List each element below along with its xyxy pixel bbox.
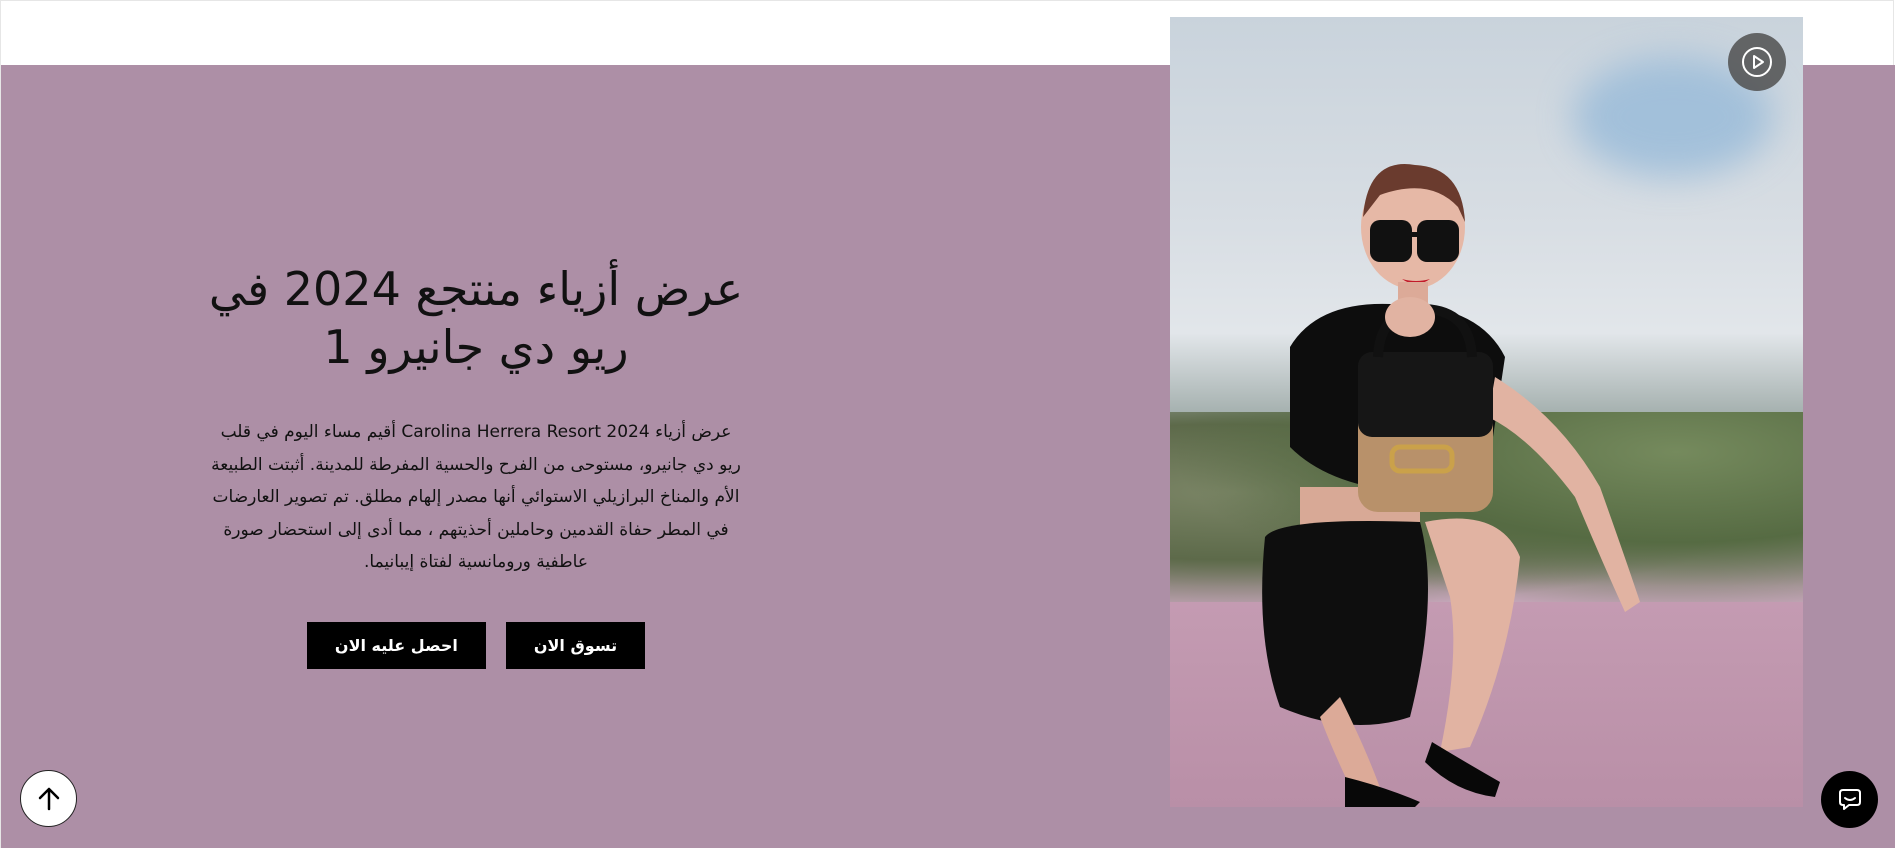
hero-buttons: تسوق الان احصل عليه الان bbox=[206, 621, 746, 669]
hero-description: عرض أزياء Carolina Herrera Resort 2024 أ… bbox=[211, 422, 741, 572]
chat-bubble-icon bbox=[1838, 788, 1861, 810]
play-video-button[interactable] bbox=[1728, 33, 1786, 91]
play-circle-icon bbox=[1742, 47, 1772, 77]
hero-title-line2: ريو دي جانيرو 1 bbox=[323, 320, 629, 374]
campaign-video[interactable] bbox=[1170, 17, 1803, 807]
hero-title-line1: عرض أزياء منتجع 2024 في bbox=[208, 262, 744, 316]
hero-title: عرض أزياء منتجع 2024 في ريو دي جانيرو 1 bbox=[206, 260, 746, 376]
shop-now-button[interactable]: تسوق الان bbox=[505, 621, 646, 669]
arrow-up-icon bbox=[38, 787, 59, 810]
get-it-now-button[interactable]: احصل عليه الان bbox=[306, 621, 486, 669]
model-figure bbox=[1262, 164, 1640, 807]
scroll-to-top-button[interactable] bbox=[20, 770, 77, 827]
hero-text-block: عرض أزياء منتجع 2024 في ريو دي جانيرو 1 … bbox=[206, 260, 746, 669]
chat-button[interactable] bbox=[1821, 771, 1878, 828]
